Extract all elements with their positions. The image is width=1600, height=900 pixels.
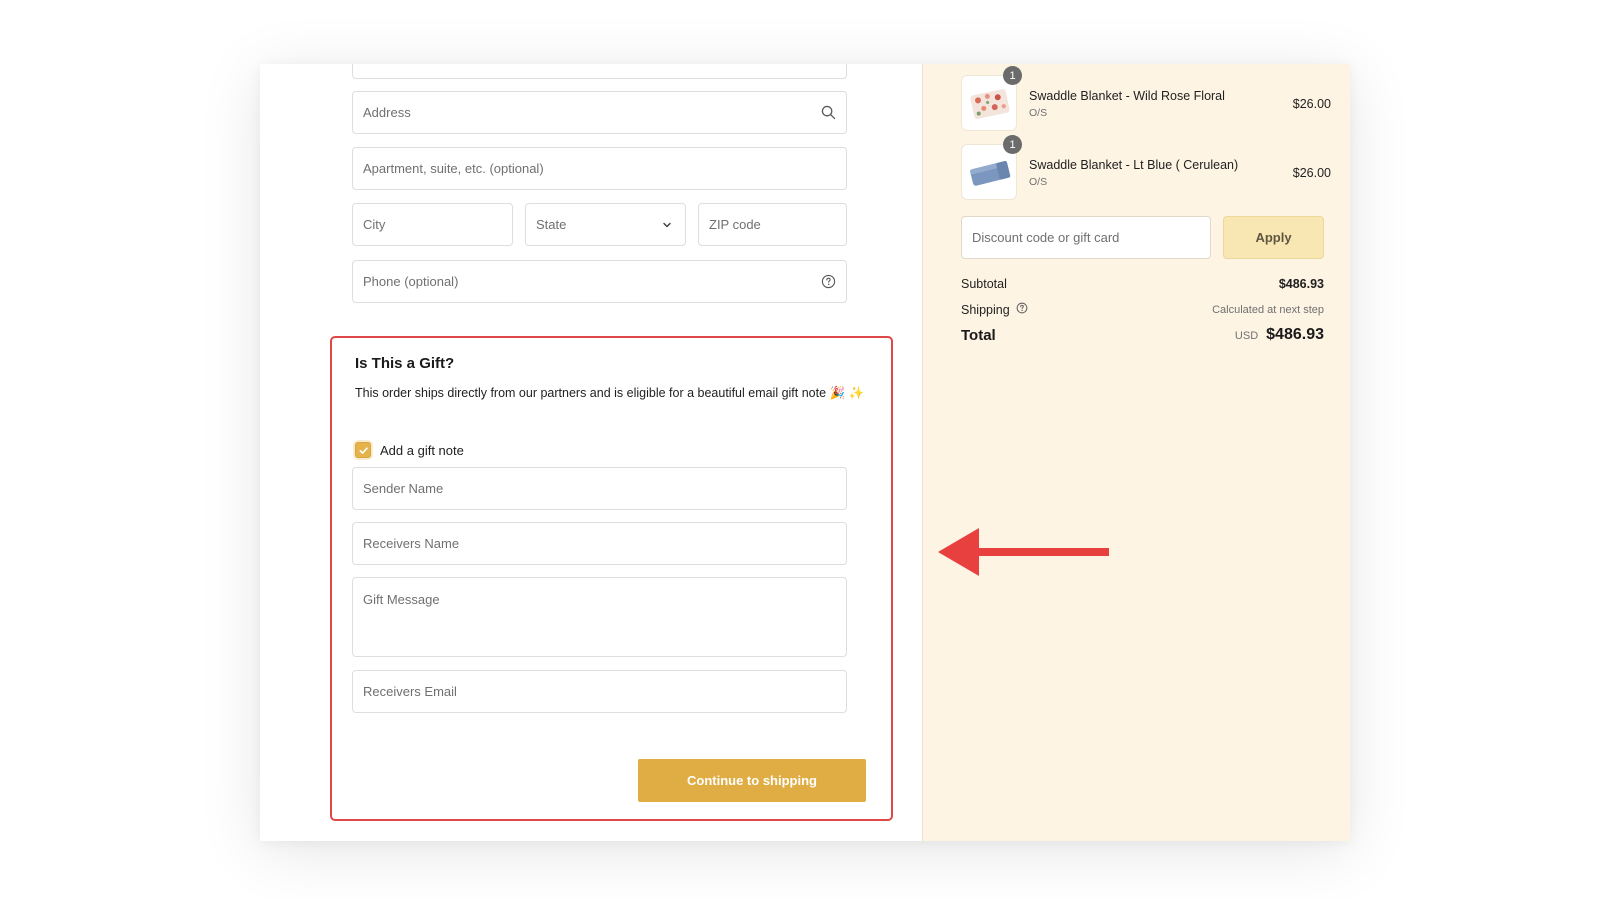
receivers-name-field[interactable]: Receivers Name [352,522,847,565]
annotation-arrow-icon [938,528,1109,576]
zip-field[interactable]: ZIP code [698,203,847,246]
apartment-field[interactable]: Apartment, suite, etc. (optional) [352,147,847,190]
cart-item: 1 Swaddle Blanket - Wild Rose Floral O/S… [961,66,1331,131]
sender-name-field[interactable]: Sender Name [352,467,847,510]
gift-message-field[interactable]: Gift Message [352,577,847,657]
blue-blanket-thumb: 1 [961,135,1022,200]
gift-message-placeholder: Gift Message [363,592,440,607]
total-label: Total [961,326,996,344]
receivers-email-field[interactable]: Receivers Email [352,670,847,713]
cart-item: 1 Swaddle Blanket - Lt Blue ( Cerulean) … [961,135,1331,200]
item-name: Swaddle Blanket - Wild Rose Floral [1029,89,1225,103]
total-value: $486.93 [1266,326,1324,343]
chevron-down-icon [659,217,675,233]
gift-section-title: Is This a Gift? [355,355,455,372]
total-amount-group: USD $486.93 [1235,326,1324,344]
gift-note-checkbox-label: Add a gift note [380,442,464,458]
discount-code-input[interactable]: Discount code or gift card [961,216,1211,259]
receivers-name-placeholder: Receivers Name [363,536,460,551]
checkout-window: Address Apartment, suite, etc. (optional… [260,64,1350,841]
shipping-row: Shipping Calculated at next step [961,302,1324,317]
state-select[interactable]: State [525,203,686,246]
address-field[interactable]: Address [352,91,847,134]
floral-blanket-thumb: 1 [961,66,1022,131]
quantity-badge: 1 [1003,135,1022,154]
phone-placeholder: Phone (optional) [363,274,459,289]
order-summary-panel: 1 Swaddle Blanket - Wild Rose Floral O/S… [922,64,1350,841]
address-placeholder: Address [363,105,411,120]
continue-to-shipping-button[interactable]: Continue to shipping [638,759,866,802]
phone-field[interactable]: Phone (optional) [352,260,847,303]
item-variant: O/S [1029,107,1048,119]
subtotal-value: $486.93 [1278,277,1324,291]
help-circle-icon[interactable] [1016,302,1028,317]
apartment-placeholder: Apartment, suite, etc. (optional) [363,161,544,176]
item-price: $26.00 [1292,166,1331,180]
gift-note-checkbox-row[interactable]: Add a gift note [355,442,464,458]
total-row: Total USD $486.93 [961,326,1324,344]
discount-code-placeholder: Discount code or gift card [972,230,1120,245]
sender-name-placeholder: Sender Name [363,481,444,496]
partial-field[interactable] [352,64,847,79]
shipping-value: Calculated at next step [1212,303,1324,316]
receivers-email-placeholder: Receivers Email [363,684,457,699]
item-name: Swaddle Blanket - Lt Blue ( Cerulean) [1029,158,1239,172]
city-field[interactable]: City [352,203,513,246]
gift-note-checkbox[interactable] [355,442,371,458]
item-price: $26.00 [1292,97,1331,111]
state-value: State [536,217,567,232]
checkout-form-panel: Address Apartment, suite, etc. (optional… [260,64,922,841]
quantity-badge: 1 [1003,66,1022,85]
search-icon[interactable] [820,105,836,121]
subtotal-row: Subtotal $486.93 [961,277,1324,291]
zip-placeholder: ZIP code [709,217,761,232]
apply-discount-button[interactable]: Apply [1223,216,1324,259]
subtotal-label: Subtotal [961,277,1007,291]
help-circle-icon[interactable] [820,274,836,290]
checkmark-icon [358,446,368,454]
gift-section-description: This order ships directly from our partn… [355,386,865,400]
currency-code: USD [1234,330,1259,342]
shipping-label: Shipping [961,302,1010,317]
shipping-label-group: Shipping [961,302,1028,317]
item-variant: O/S [1029,176,1048,188]
city-placeholder: City [363,217,386,232]
